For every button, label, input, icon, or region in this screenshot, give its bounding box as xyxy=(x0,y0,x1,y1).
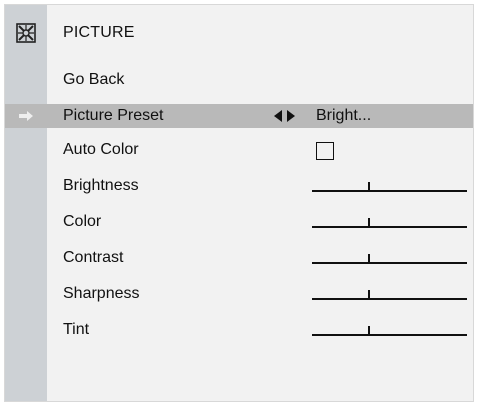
left-right-arrows-icon[interactable] xyxy=(273,110,297,122)
menu-item-contrast[interactable]: Contrast xyxy=(5,246,473,270)
sharpness-slider[interactable] xyxy=(312,288,467,302)
brightness-slider[interactable] xyxy=(312,180,467,194)
slider-thumb[interactable] xyxy=(368,326,370,336)
slider-thumb[interactable] xyxy=(368,218,370,228)
tv-logo-icon xyxy=(16,23,36,43)
sharpness-label: Sharpness xyxy=(63,285,140,302)
menu-item-color[interactable]: Color xyxy=(5,210,473,234)
slider-thumb[interactable] xyxy=(368,254,370,264)
brightness-label: Brightness xyxy=(63,177,139,194)
picture-preset-label: Picture Preset xyxy=(63,107,164,124)
go-back-label: Go Back xyxy=(63,71,125,88)
slider-track xyxy=(312,298,467,300)
menu-title: PICTURE xyxy=(63,24,135,41)
tint-label: Tint xyxy=(63,321,90,338)
slider-track xyxy=(312,190,467,192)
color-slider[interactable] xyxy=(312,216,467,230)
picture-menu: PICTURE Go Back Picture Preset Bright...… xyxy=(4,4,474,402)
picture-preset-value: Bright... xyxy=(316,107,372,124)
menu-item-sharpness[interactable]: Sharpness xyxy=(5,282,473,306)
slider-thumb[interactable] xyxy=(368,290,370,300)
contrast-slider[interactable] xyxy=(312,252,467,266)
go-back-item[interactable]: Go Back xyxy=(5,68,473,92)
menu-item-tint[interactable]: Tint xyxy=(5,318,473,342)
menu-item-picture-preset[interactable]: Picture Preset Bright... xyxy=(5,104,473,128)
auto-color-checkbox[interactable] xyxy=(316,142,334,160)
slider-track xyxy=(312,334,467,336)
slider-thumb[interactable] xyxy=(368,182,370,192)
right-arrow-icon xyxy=(19,111,33,121)
slider-track xyxy=(312,226,467,228)
slider-track xyxy=(312,262,467,264)
menu-item-auto-color[interactable]: Auto Color xyxy=(5,138,473,162)
contrast-label: Contrast xyxy=(63,249,124,266)
auto-color-label: Auto Color xyxy=(63,141,139,158)
tint-slider[interactable] xyxy=(312,324,467,338)
menu-item-brightness[interactable]: Brightness xyxy=(5,174,473,198)
color-label: Color xyxy=(63,213,102,230)
